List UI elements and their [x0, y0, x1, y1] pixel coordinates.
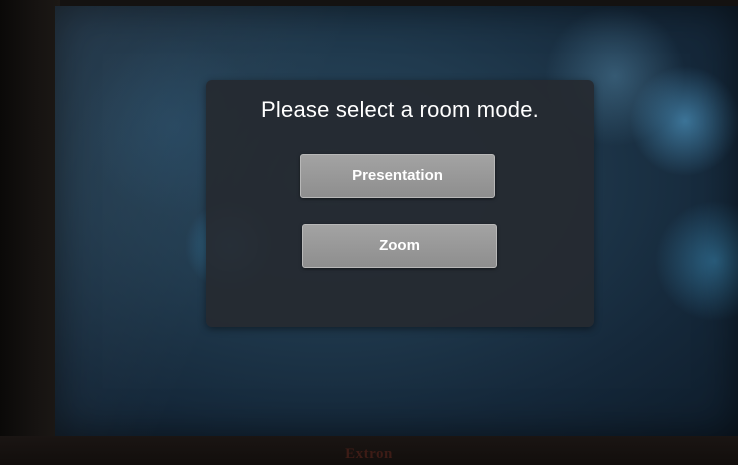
- brand-logo: Extron: [345, 446, 393, 462]
- zoom-button[interactable]: Zoom: [302, 224, 497, 268]
- presentation-button[interactable]: Presentation: [300, 154, 495, 198]
- device-bezel: [0, 0, 60, 465]
- dialog-title: Please select a room mode.: [261, 97, 539, 122]
- touch-panel-device: Please select a room mode. Presentation …: [0, 0, 738, 465]
- touch-screen: Please select a room mode. Presentation …: [55, 6, 738, 436]
- room-mode-dialog: Please select a room mode. Presentation …: [206, 80, 594, 327]
